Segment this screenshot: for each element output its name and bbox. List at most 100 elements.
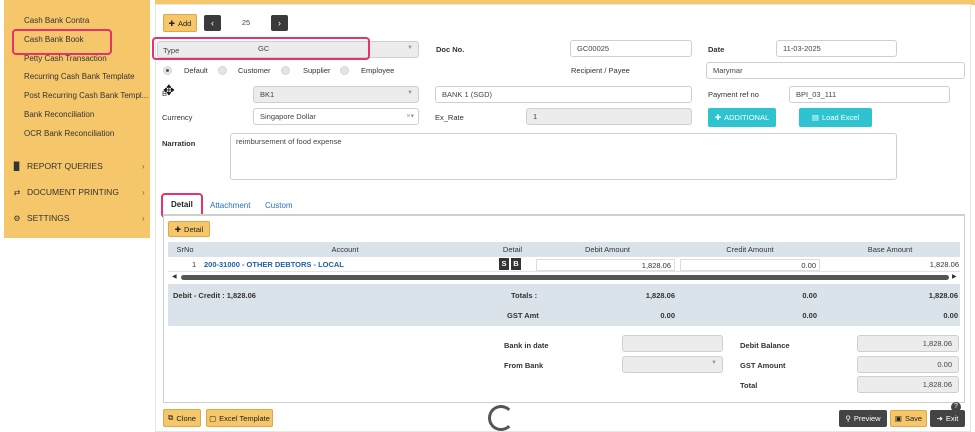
from-bank-select[interactable]: ▼: [622, 356, 723, 373]
bank-select[interactable]: BK1 ▼: [253, 86, 419, 103]
radio-default[interactable]: [163, 66, 172, 75]
clear-dropdown-icon: ×▾: [406, 113, 414, 120]
sidebar-group-label: SETTINGS: [27, 213, 70, 223]
chevron-left-icon: ‹: [211, 18, 214, 28]
col-detail-header: Detail: [502, 245, 523, 254]
gst-amt-label: GST Amt: [507, 311, 539, 320]
recipient-label: Recipient / Payee: [571, 66, 630, 75]
highlight-cash-bank-book: [12, 29, 112, 55]
swap-icon: ⇄: [13, 187, 21, 197]
bank-in-date-label: Bank in date: [504, 341, 549, 350]
chevron-right-icon: ›: [278, 18, 281, 28]
sidebar-item-petty-cash[interactable]: Petty Cash Transaction: [24, 54, 107, 63]
radio-employee[interactable]: [340, 66, 349, 75]
sidebar-group-report-queries[interactable]: ▉ REPORT QUERIES ›: [12, 161, 152, 171]
row-debit[interactable]: 1,828.06: [536, 259, 675, 271]
prev-record-button[interactable]: ‹: [204, 15, 221, 31]
radio-default-label: Default: [184, 66, 208, 75]
row-detail-s-button[interactable]: S: [499, 258, 509, 270]
sidebar-item-post-recurring[interactable]: Post Recurring Cash Bank Templ...: [24, 91, 148, 100]
bar-chart-icon: ▉: [13, 161, 21, 171]
currency-select[interactable]: Singapore Dollar ×▾: [253, 108, 419, 125]
row-credit[interactable]: 0.00: [680, 259, 820, 271]
totals-block: [168, 284, 960, 326]
plus-icon: ✚: [168, 18, 175, 28]
currency-label: Currency: [162, 113, 193, 122]
gst-debit: 0.00: [660, 311, 675, 320]
sidebar-group-label: DOCUMENT PRINTING: [27, 187, 119, 197]
refresh-spinner-icon: [488, 405, 514, 431]
exit-button[interactable]: ➜ Exit: [930, 410, 965, 427]
exit-icon: ➜: [936, 414, 943, 423]
row-base: 1,828.06: [929, 260, 959, 269]
radio-supplier-label: Supplier: [303, 66, 331, 75]
additional-button[interactable]: ✚ ADDITIONAL: [708, 108, 776, 127]
add-button[interactable]: ✚ Add: [163, 14, 197, 32]
total-field[interactable]: 1,828.06: [857, 376, 959, 393]
save-button[interactable]: ▣ Save: [890, 410, 927, 427]
radio-supplier[interactable]: [281, 66, 290, 75]
col-account-header: Account: [331, 245, 359, 254]
sidebar-item-bank-reconciliation[interactable]: Bank Reconciliation: [24, 110, 94, 119]
upload-icon: ▤: [811, 113, 819, 122]
totals-credit: 0.00: [802, 291, 817, 300]
col-credit-header: Credit Amount: [726, 245, 774, 254]
sidebar-group-document-printing[interactable]: ⇄ DOCUMENT PRINTING ›: [12, 187, 152, 197]
horizontal-scrollbar[interactable]: [181, 275, 949, 280]
gst-amount-field[interactable]: 0.00: [857, 356, 959, 373]
payment-ref-label: Payment ref no: [708, 90, 759, 99]
sidebar-group-label: REPORT QUERIES: [27, 161, 103, 171]
chevron-right-icon: ›: [142, 187, 145, 197]
gear-icon: ⚙: [13, 213, 21, 223]
move-cursor-icon: ✥: [163, 82, 175, 98]
scroll-left-icon[interactable]: ◀: [172, 273, 178, 281]
col-debit-header: Debit Amount: [584, 245, 631, 254]
row-srno: 1: [192, 260, 197, 269]
record-number-field[interactable]: 25: [222, 15, 270, 31]
debit-credit-diff: Debit - Credit : 1,828.06: [173, 291, 256, 300]
sidebar-item-ocr-bank-reconciliation[interactable]: OCR Bank Reconciliation: [24, 129, 114, 138]
gst-base: 0.00: [943, 311, 958, 320]
next-record-button[interactable]: ›: [271, 15, 288, 31]
totals-label: Totals :: [511, 291, 538, 300]
row-account-link[interactable]: 200-31000 - OTHER DEBTORS - LOCAL: [204, 259, 344, 271]
totals-debit: 1,828.06: [645, 291, 675, 300]
clone-button[interactable]: ⧉ Clone: [163, 409, 201, 427]
total-label: Total: [740, 381, 758, 390]
add-detail-button[interactable]: ✚ Detail: [168, 221, 210, 237]
dropdown-caret-icon: ▼: [407, 90, 413, 96]
sidebar-group-settings[interactable]: ⚙ SETTINGS ›: [12, 213, 152, 223]
sidebar-item-cash-bank-contra[interactable]: Cash Bank Contra: [24, 16, 89, 25]
narration-textarea[interactable]: reimbursement of food expense: [230, 133, 897, 180]
narration-label: Narration: [162, 139, 196, 148]
docno-label: Doc No.: [436, 45, 465, 54]
date-field[interactable]: 11-03-2025: [776, 40, 897, 57]
plus-icon: ✚: [174, 224, 182, 234]
exrate-field[interactable]: 1: [526, 108, 692, 125]
radio-customer[interactable]: [218, 66, 227, 75]
tab-attachment[interactable]: Attachment: [210, 201, 250, 210]
recipient-field[interactable]: Marymar: [706, 62, 965, 79]
sidebar-item-recurring-template[interactable]: Recurring Cash Bank Template: [24, 72, 135, 81]
clone-icon: ⧉: [168, 413, 174, 422]
row-detail-b-button[interactable]: B: [511, 258, 521, 270]
preview-button[interactable]: ⚲ Preview: [839, 410, 887, 427]
date-label: Date: [708, 45, 725, 54]
dropdown-caret-icon: ▼: [407, 45, 413, 51]
bank-name-field[interactable]: BANK 1 (SGD): [435, 86, 692, 103]
exrate-label: Ex_Rate: [435, 113, 464, 122]
debit-balance-field[interactable]: 1,828.06: [857, 335, 959, 352]
search-icon: ⚲: [845, 414, 851, 423]
help-icon[interactable]: ?: [951, 402, 961, 412]
excel-template-button[interactable]: ▢ Excel Template: [206, 409, 273, 427]
gst-credit: 0.00: [802, 311, 817, 320]
document-icon: ▢: [209, 413, 217, 423]
bank-in-date-field[interactable]: [622, 335, 723, 352]
load-excel-button[interactable]: ▤ Load Excel: [799, 108, 872, 127]
gst-amount-label: GST Amount: [740, 361, 786, 370]
scroll-right-icon[interactable]: ▶: [952, 273, 958, 281]
tab-custom[interactable]: Custom: [265, 201, 293, 210]
save-icon: ▣: [894, 414, 902, 423]
docno-field[interactable]: GC00025: [570, 40, 692, 57]
payment-ref-field[interactable]: BPI_03_111: [789, 86, 950, 103]
